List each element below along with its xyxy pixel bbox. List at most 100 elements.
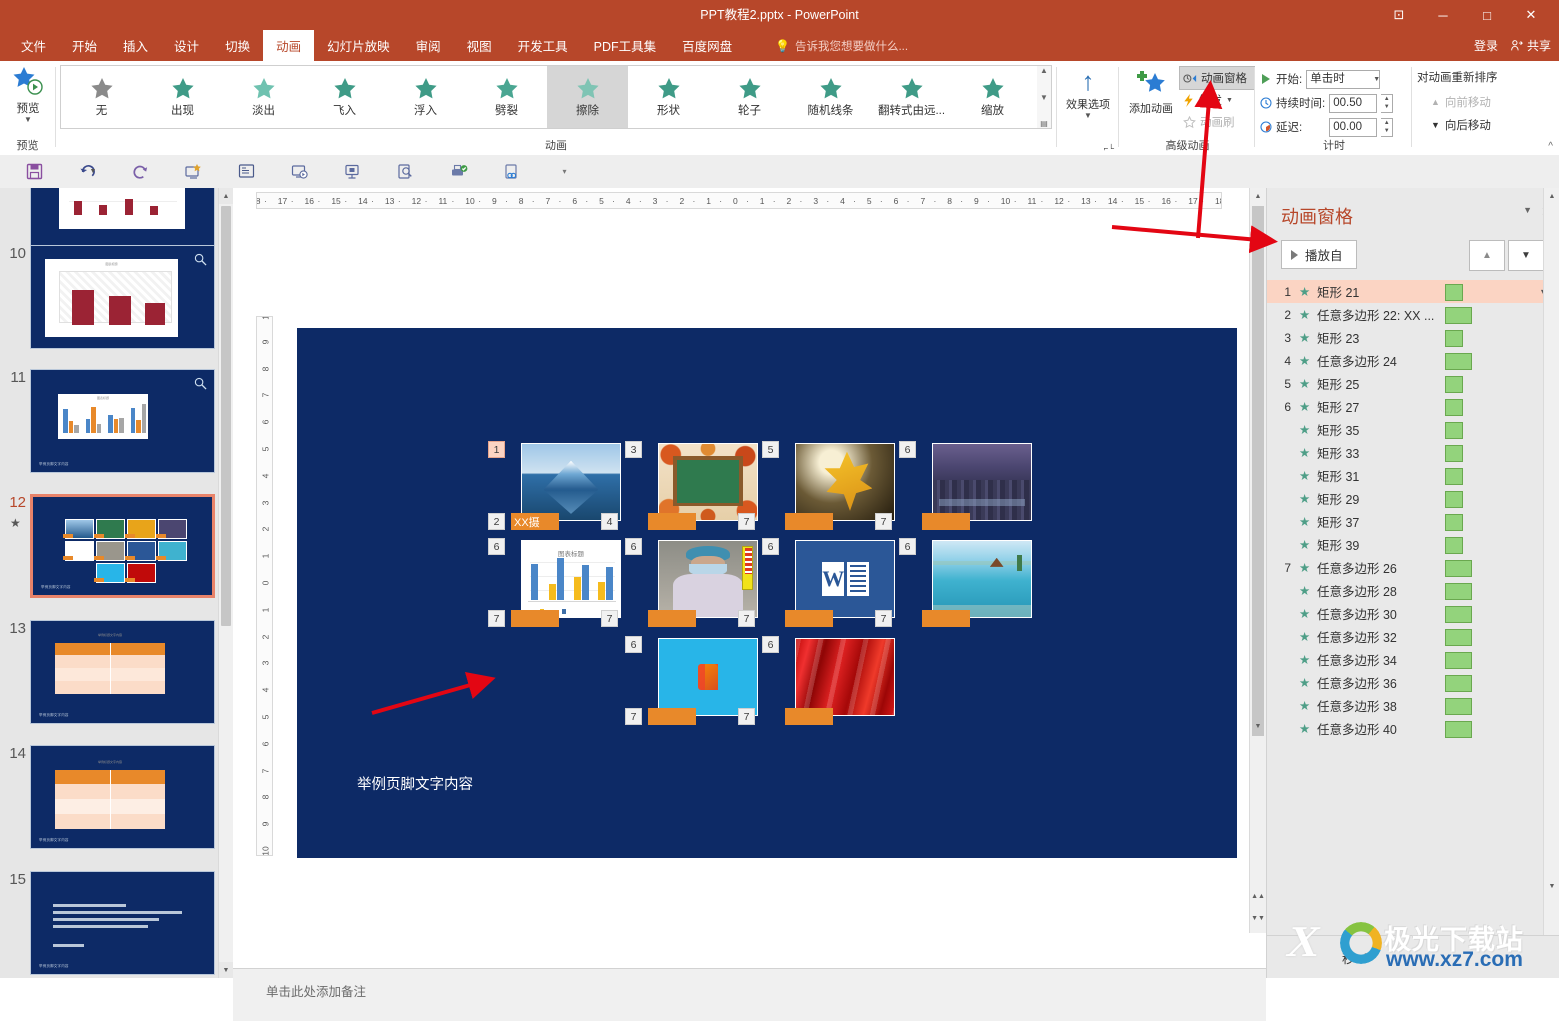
animation-order-badge[interactable]: 6 — [488, 538, 505, 555]
slide-footer-text[interactable]: 举例页脚文字内容 — [357, 773, 473, 794]
dialog-launcher-icon[interactable]: ⌐└ — [1058, 144, 1118, 153]
slide-image-mountain[interactable] — [521, 443, 621, 521]
slide-caption-bar[interactable] — [648, 708, 696, 725]
thumbnail-scrollbar[interactable]: ▲ ▼ — [218, 188, 233, 978]
animation-order-badge[interactable]: 7 — [488, 610, 505, 627]
animation-order-badge[interactable]: 7 — [625, 708, 642, 725]
add-animation-button[interactable]: 添加动画 — [1122, 67, 1180, 139]
animation-effect-4[interactable]: 浮入 — [385, 66, 466, 128]
animation-list-item[interactable]: 7 ★ 任意多边形 26 — [1267, 556, 1559, 579]
animation-timeline-bar[interactable] — [1445, 468, 1463, 485]
animation-timeline-bar[interactable] — [1445, 721, 1472, 738]
thumbnail-preview[interactable]: 举例标题文字内容 举例页脚文字内容 — [30, 620, 215, 724]
thumbnail-preview[interactable]: 图表标题 — [30, 245, 215, 349]
gallery-scroll-up-icon[interactable]: ▲ — [1040, 66, 1048, 75]
animation-list[interactable]: 1 ★ 矩形 21 ▼ 2 ★ 任意多边形 22: XX ... 3 ★ 矩形 23 4 ★ 任意多边形… — [1267, 280, 1559, 940]
animation-effect-11[interactable]: 缩放 — [952, 66, 1033, 128]
animation-order-badge[interactable]: 7 — [875, 610, 892, 627]
print-icon[interactable] — [432, 155, 485, 188]
slide-vertical-scrollbar[interactable]: ▲ ▼ ▲▲ ▼▼ — [1249, 188, 1266, 933]
animation-timeline-bar[interactable] — [1445, 537, 1463, 554]
slide-caption-bar[interactable] — [922, 610, 970, 627]
collapse-ribbon-icon[interactable]: ^ — [1548, 141, 1553, 152]
chevron-down-icon[interactable]: ▼ — [90, 168, 97, 175]
slide-thumbnail-11[interactable]: 11 图表标题 举例页脚文字内容 — [0, 369, 233, 479]
animation-list-item[interactable]: ★ 任意多边形 28 — [1267, 579, 1559, 602]
animation-effect-9[interactable]: 随机线条 — [790, 66, 871, 128]
ribbon-tab-8[interactable]: 视图 — [454, 30, 505, 61]
scroll-down-icon[interactable]: ▼ — [219, 962, 233, 978]
animation-timeline-bar[interactable] — [1445, 284, 1463, 301]
animation-timeline-bar[interactable] — [1445, 491, 1463, 508]
move-later-button[interactable]: ▼ 向后移动 — [1431, 114, 1491, 135]
slide-image-beach[interactable] — [932, 540, 1032, 618]
scroll-up-icon[interactable]: ▲ — [1544, 188, 1559, 204]
vertical-ruler[interactable]: 10987654321012345678910 — [256, 316, 273, 856]
thumbnail-preview[interactable]: 举例页脚文字内容 — [30, 871, 215, 975]
animation-order-badge[interactable]: 5 — [762, 441, 779, 458]
animation-timeline-bar[interactable] — [1445, 514, 1463, 531]
animation-timeline-bar[interactable] — [1445, 376, 1463, 393]
animation-list-item[interactable]: ★ 任意多边形 40 — [1267, 717, 1559, 740]
slide-image-doctor[interactable] — [658, 540, 758, 618]
animation-timeline-bar[interactable] — [1445, 330, 1463, 347]
slide-image-word[interactable]: W — [795, 540, 895, 618]
move-down-button[interactable]: ▼ — [1508, 240, 1544, 271]
present-icon[interactable] — [273, 155, 326, 188]
horizontal-ruler[interactable]: 18·17·16·15·14·13·12·11·10·9·8·7·6·5·4·3… — [256, 192, 1222, 209]
slide-image-office[interactable] — [658, 638, 758, 716]
ribbon-tab-11[interactable]: 百度网盘 — [669, 30, 745, 61]
animation-timeline-bar[interactable] — [1445, 353, 1472, 370]
animation-timeline-bar[interactable] — [1445, 629, 1472, 646]
maximize-button[interactable]: □ — [1465, 0, 1509, 30]
scroll-up-icon[interactable]: ▲ — [1250, 188, 1266, 204]
close-button[interactable]: ✕ — [1509, 0, 1553, 30]
animation-pane-button[interactable]: 动画窗格 — [1179, 66, 1255, 90]
slide-image-silk[interactable] — [795, 638, 895, 716]
animation-list-item[interactable]: ★ 矩形 35 — [1267, 418, 1559, 441]
pane-options-chevron-icon[interactable]: ▼ — [1523, 205, 1532, 215]
animation-effect-3[interactable]: 飞入 — [304, 66, 385, 128]
slide-image-leaf[interactable] — [795, 443, 895, 521]
animation-effect-1[interactable]: 出现 — [142, 66, 223, 128]
minimize-button[interactable]: ─ — [1421, 0, 1465, 30]
slide-caption-bar[interactable] — [785, 610, 833, 627]
scroll-down-icon[interactable]: ▼ — [1250, 718, 1266, 734]
animation-effect-0[interactable]: 无 — [61, 66, 142, 128]
move-up-button[interactable]: ▲ — [1469, 240, 1505, 271]
animation-pane-scrollbar[interactable]: ▲ ▼ — [1543, 188, 1559, 940]
share-button[interactable]: 共享 — [1510, 37, 1551, 54]
animation-order-badge[interactable]: 7 — [601, 610, 618, 627]
animation-list-item[interactable]: ★ 矩形 33 — [1267, 441, 1559, 464]
move-earlier-button[interactable]: ▲ 向前移动 — [1431, 91, 1491, 112]
ribbon-display-options-icon[interactable]: ⊡ — [1377, 0, 1421, 30]
gallery-more-icon[interactable]: ▤ — [1040, 119, 1048, 128]
animation-list-item[interactable]: ★ 任意多边形 36 — [1267, 671, 1559, 694]
slide-thumbnail-13[interactable]: 13 举例标题文字内容 举例页脚文字内容 — [0, 620, 233, 730]
scroll-up-icon[interactable]: ▲ — [219, 188, 233, 204]
animation-list-item[interactable]: 5 ★ 矩形 25 — [1267, 372, 1559, 395]
play-from-button[interactable]: 播放自 — [1281, 240, 1357, 269]
slide-thumbnail-10[interactable]: 10 图表标题 — [0, 245, 233, 355]
gallery-scroll-down-icon[interactable]: ▼ — [1040, 93, 1048, 102]
thumbnail-preview[interactable]: 图表标题举例页脚文字内容 — [30, 369, 215, 473]
animation-timeline-bar[interactable] — [1445, 583, 1472, 600]
chevron-down-icon[interactable]: ▼ — [1373, 76, 1380, 83]
ribbon-tab-1[interactable]: 开始 — [59, 30, 110, 61]
animation-list-item[interactable]: 6 ★ 矩形 27 — [1267, 395, 1559, 418]
slide-thumbnail-15[interactable]: 15 举例页脚文字内容 — [0, 871, 233, 978]
notes-placeholder[interactable]: 单击此处添加备注 — [266, 981, 366, 1000]
animation-order-badge[interactable]: 4 — [601, 513, 618, 530]
animation-effect-8[interactable]: 轮子 — [709, 66, 790, 128]
animation-order-badge[interactable]: 7 — [738, 610, 755, 627]
ribbon-tab-2[interactable]: 插入 — [110, 30, 161, 61]
animation-timeline-bar[interactable] — [1445, 606, 1472, 623]
animation-order-badge[interactable]: 7 — [875, 513, 892, 530]
effect-options-button[interactable]: ↑ 效果选项 ▼ — [1060, 67, 1116, 139]
save-icon[interactable] — [8, 155, 61, 188]
animation-timeline-bar[interactable] — [1445, 445, 1463, 462]
signin-link[interactable]: 登录 — [1474, 37, 1498, 54]
animation-order-badge[interactable]: 2 — [488, 513, 505, 530]
gallery-scroll-controls[interactable]: ▲ ▼ ▤ — [1037, 65, 1052, 129]
animation-order-badge[interactable]: 1 — [488, 441, 505, 458]
